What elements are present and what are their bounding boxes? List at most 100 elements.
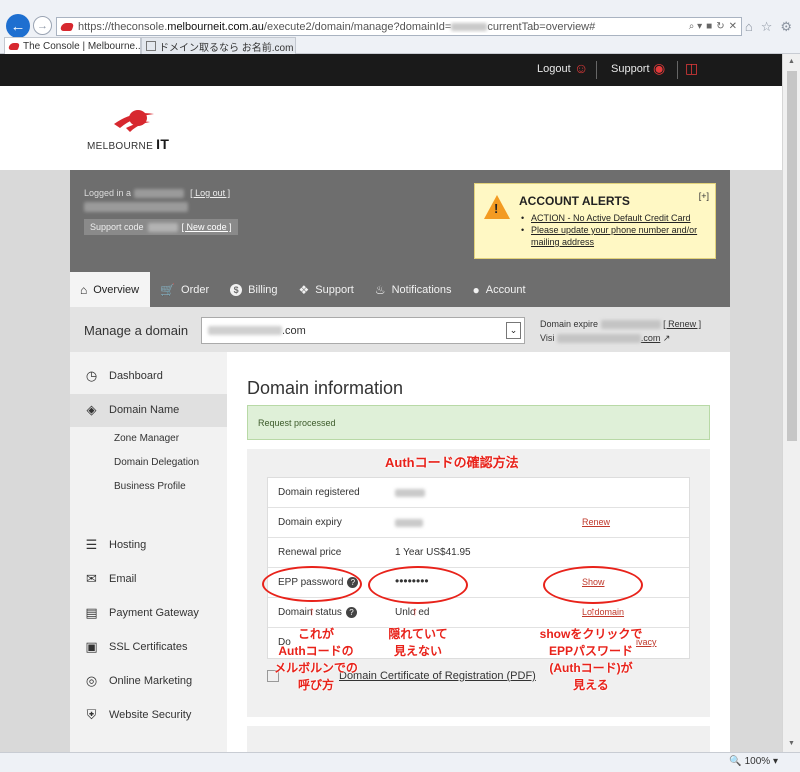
log-out-link[interactable]: [ Log out ] xyxy=(190,188,230,198)
table-row: Domain registered xyxy=(268,478,689,508)
logo-wordmark[interactable]: MELBOURNE IT xyxy=(87,136,169,152)
table-row: Domain expiry Renew xyxy=(268,508,689,538)
redacted-value xyxy=(395,489,425,497)
lock-domain-link[interactable]: Lo domain xyxy=(582,607,624,617)
domain-select[interactable]: .com ⌄ xyxy=(201,317,525,344)
target-icon: ◎ xyxy=(85,672,98,688)
topbar-divider xyxy=(677,61,678,79)
cart-icon: 🛒 xyxy=(160,282,176,297)
sidebar-subitem-business-profile[interactable]: Business Profile xyxy=(114,481,186,492)
alert-update-contact-link[interactable]: Please update your phone number and/or m… xyxy=(531,225,697,247)
melbourne-it-logo-icon[interactable] xyxy=(112,108,156,134)
alert-credit-card-link[interactable]: ACTION - No Active Default Credit Card xyxy=(531,213,691,223)
list-item: Please update your phone number and/or m… xyxy=(521,224,706,248)
lock-icon: ▣ xyxy=(85,638,98,654)
sidebar-item-email[interactable]: ✉ Email xyxy=(84,571,136,586)
annotation-arrow-icon: ↑ xyxy=(412,604,418,618)
home-icon: ⌂ xyxy=(80,282,88,297)
renew-link[interactable]: [ Renew ] xyxy=(663,319,701,329)
back-arrow-icon[interactable]: ← xyxy=(6,14,30,38)
tab-support[interactable]: ❖ Support xyxy=(289,272,365,307)
home-icon[interactable]: ⌂ xyxy=(745,19,753,35)
tab-overview[interactable]: ⌂ Overview xyxy=(70,272,151,307)
page-icon xyxy=(146,41,156,51)
alerts-title: ACCOUNT ALERTS xyxy=(519,194,630,208)
redacted-account-name xyxy=(84,202,188,212)
sidebar-item-hosting[interactable]: ☰ Hosting xyxy=(84,536,147,552)
sidebar-subitem-zone-manager[interactable]: Zone Manager xyxy=(114,433,179,444)
help-icon[interactable]: ? xyxy=(345,607,357,618)
tab-order[interactable]: 🛒 Order xyxy=(150,272,220,307)
shopping-cart-icon[interactable]: ◫ xyxy=(685,60,698,77)
sidebar-item-dashboard[interactable]: ◷ Dashboard xyxy=(84,368,163,383)
forward-arrow-icon[interactable]: → xyxy=(33,16,52,35)
visit-site-link[interactable]: .com xyxy=(641,333,661,343)
scroll-down-icon[interactable]: ▼ xyxy=(788,740,795,747)
annotation-left: これが Authコードの メルボルンでの 呼び方 xyxy=(274,627,358,692)
sidebar-subitem-domain-delegation[interactable]: Domain Delegation xyxy=(114,457,199,468)
redacted-username xyxy=(133,189,184,199)
user-icon: ● xyxy=(472,282,480,297)
sidebar-item-payment-gateway[interactable]: ▤ Payment Gateway xyxy=(84,605,199,620)
vertical-scrollbar[interactable]: ▲ ▼ xyxy=(782,54,800,752)
main-nav: ⌂ Overview 🛒 Order $ Billing ❖ Support ♨… xyxy=(70,272,730,307)
annotation-middle: 隠れていて 見えない xyxy=(388,627,448,658)
browser-tab-onamae[interactable]: ドメイン取るなら お名前.com xyxy=(141,37,296,54)
domain-expires-line: Domain expire [ Renew ] xyxy=(540,319,702,330)
support-link[interactable]: Support xyxy=(611,63,650,75)
globe-icon: ◈ xyxy=(86,401,97,417)
browser-tab-console[interactable]: The Console | Melbourne... ✕ xyxy=(4,37,141,54)
annotation-right: showをクリックで EPPパスワード (Authコード)が 見える xyxy=(539,627,643,692)
site-favicon-icon xyxy=(7,42,21,50)
credit-card-icon: ▤ xyxy=(85,604,98,620)
redacted-domain xyxy=(208,326,282,335)
tab-notifications[interactable]: ♨ Notifications xyxy=(365,272,463,307)
tab-billing[interactable]: $ Billing xyxy=(220,272,288,307)
close-icon[interactable]: ✕ xyxy=(729,21,737,32)
redacted-value xyxy=(395,519,423,527)
table-row: Domain status? Unlo ed Lo domain xyxy=(268,598,689,628)
visit-site-line: Visi .com ↗ xyxy=(540,333,671,344)
logout-link[interactable]: Logout xyxy=(537,63,571,75)
server-icon: ☰ xyxy=(85,536,98,552)
address-bar-icons: ⌕ ▾ ■ ↻ ✕ xyxy=(689,21,741,32)
dollar-icon: $ xyxy=(230,283,243,296)
shield-icon: ⛨ xyxy=(86,706,97,722)
refresh-icon[interactable]: ↻ xyxy=(716,21,724,32)
zoom-level[interactable]: 🔍 100% ▾ xyxy=(729,756,778,767)
annotation-heading: Authコードの確認方法 xyxy=(385,455,519,470)
browser-window-icons: ⌂ ☆ ⚙ xyxy=(745,19,792,35)
scrollbar-thumb[interactable] xyxy=(787,71,797,441)
sidebar-item-online-marketing[interactable]: ◎ Online Marketing xyxy=(84,673,192,688)
expand-alerts-toggle[interactable]: [+] xyxy=(699,191,709,201)
page-title: Domain information xyxy=(247,378,404,398)
lower-panel xyxy=(247,726,710,752)
external-link-icon[interactable]: ↗ xyxy=(663,333,671,343)
site-favicon-icon xyxy=(59,22,75,31)
headset-icon[interactable]: ◉ xyxy=(653,60,665,77)
sidebar-item-domain-name[interactable]: ◈ Domain Name xyxy=(84,401,180,417)
favorites-star-icon[interactable]: ☆ xyxy=(761,19,773,35)
annotation-circle-epp-label xyxy=(262,566,362,602)
alerts-list: ACTION - No Active Default Credit Card P… xyxy=(521,212,706,248)
manage-domain-label: Manage a domain xyxy=(84,323,189,338)
tab-account[interactable]: ● Account xyxy=(463,272,537,307)
redacted-support-code xyxy=(147,222,178,232)
logged-in-line: Logged in a [ Log out ] xyxy=(84,188,231,199)
table-row: Renewal price 1 Year US$41.95 xyxy=(268,538,689,568)
renew-domain-link[interactable]: Renew xyxy=(582,517,610,527)
scroll-up-icon[interactable]: ▲ xyxy=(788,58,795,65)
annotation-arrow-icon: ↑ xyxy=(590,604,596,618)
address-bar[interactable]: https://theconsole.melbourneit.com.au/ex… xyxy=(56,17,742,36)
address-url: https://theconsole.melbourneit.com.au/ex… xyxy=(78,20,596,33)
new-code-link[interactable]: [ New code ] xyxy=(182,222,232,232)
chevron-down-icon[interactable]: ⌄ xyxy=(506,322,521,339)
search-dropdown-icon[interactable]: ⌕ ▾ xyxy=(689,21,702,32)
gear-icon[interactable]: ⚙ xyxy=(780,19,792,35)
user-icon[interactable]: ☺ xyxy=(574,60,588,76)
bell-icon: ♨ xyxy=(374,282,386,297)
sidebar-item-ssl-certificates[interactable]: ▣ SSL Certificates xyxy=(84,639,187,654)
sidebar-item-website-security[interactable]: ⛨ Website Security xyxy=(84,706,192,722)
annotation-circle-show xyxy=(543,566,643,604)
lock-icon[interactable]: ■ xyxy=(706,21,712,32)
